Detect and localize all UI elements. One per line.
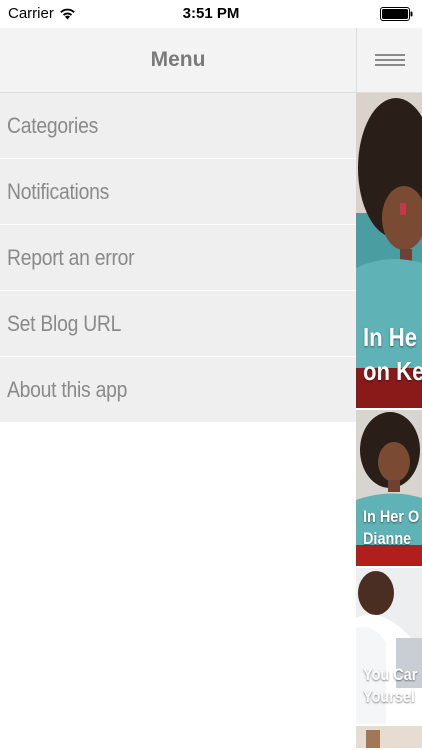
menu-item-label: Notifications — [7, 178, 110, 204]
menu-item-label: Set Blog URL — [7, 310, 122, 336]
side-menu: Menu Categories Notifications Report an … — [0, 28, 356, 750]
content-panel: In He on Ke In Her O Dianne You Car Your… — [356, 28, 422, 750]
menu-item-notifications[interactable]: Notifications — [0, 159, 356, 225]
article-title: In Her O Dianne — [363, 507, 420, 549]
battery-icon — [380, 7, 413, 21]
article-card[interactable] — [356, 726, 422, 750]
hamburger-icon[interactable] — [374, 53, 405, 67]
content-nav-bar — [356, 28, 422, 93]
article-card[interactable]: You Car Yoursel — [356, 568, 422, 726]
menu-item-report-error[interactable]: Report an error — [0, 225, 356, 291]
menu-list: Categories Notifications Report an error… — [0, 93, 356, 423]
menu-item-label: About this app — [7, 376, 128, 402]
menu-item-set-blog-url[interactable]: Set Blog URL — [0, 291, 356, 357]
menu-item-about[interactable]: About this app — [0, 357, 356, 423]
article-thumbnail — [356, 726, 422, 748]
clock: 3:51 PM — [182, 5, 240, 22]
article-card[interactable]: In He on Ke — [356, 93, 422, 410]
menu-title: Menu — [150, 48, 206, 71]
menu-item-categories[interactable]: Categories — [0, 93, 356, 159]
menu-item-label: Report an error — [7, 244, 135, 270]
article-title: You Car Yoursel — [363, 665, 418, 707]
menu-item-label: Categories — [7, 112, 98, 138]
article-title: In He on Ke — [363, 322, 422, 386]
article-card[interactable]: In Her O Dianne — [356, 410, 422, 568]
menu-header: Menu — [0, 28, 356, 93]
status-bar: Carrier 3:51 PM — [0, 0, 422, 28]
